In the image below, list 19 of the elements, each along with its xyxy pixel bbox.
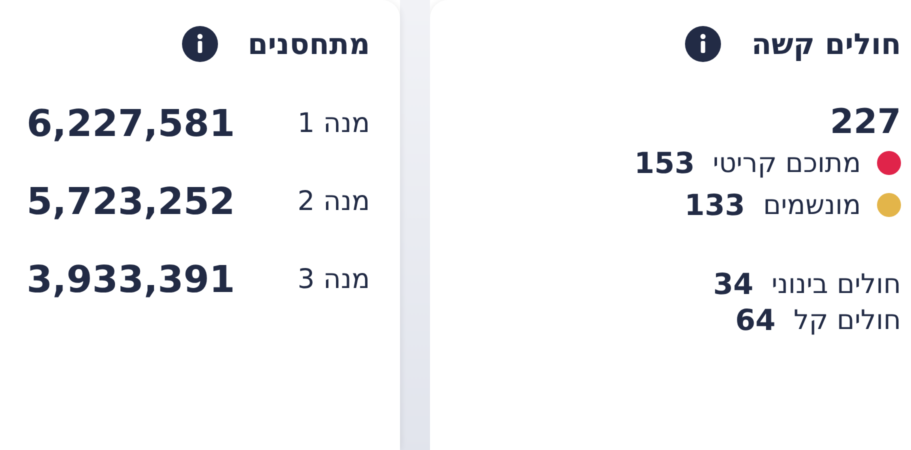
row-label: חולים בינוני [771, 268, 901, 300]
dose-label: מנה 2 [296, 186, 370, 216]
info-icon[interactable] [685, 26, 722, 62]
row-label: מתוכם קריטי [712, 148, 861, 178]
row-value: 34 [713, 267, 754, 301]
row-label: חולים קל [794, 304, 901, 336]
row-value: 64 [735, 303, 776, 337]
card-title: חולים קשה [751, 27, 901, 61]
info-icon[interactable] [182, 26, 218, 62]
total-count: 227 [829, 102, 901, 142]
row-value: 133 [684, 188, 746, 222]
row-value: 153 [634, 146, 695, 180]
card-title: מתחסנים [248, 27, 370, 61]
dose-value: 6,227,581 [26, 102, 235, 144]
dose-value: 5,723,252 [26, 180, 235, 222]
dose-label: מנה 1 [296, 108, 370, 138]
dose-value: 3,933,391 [26, 258, 235, 300]
dose-label: מנה 3 [296, 264, 370, 294]
row-label: מונשמים [763, 190, 861, 220]
